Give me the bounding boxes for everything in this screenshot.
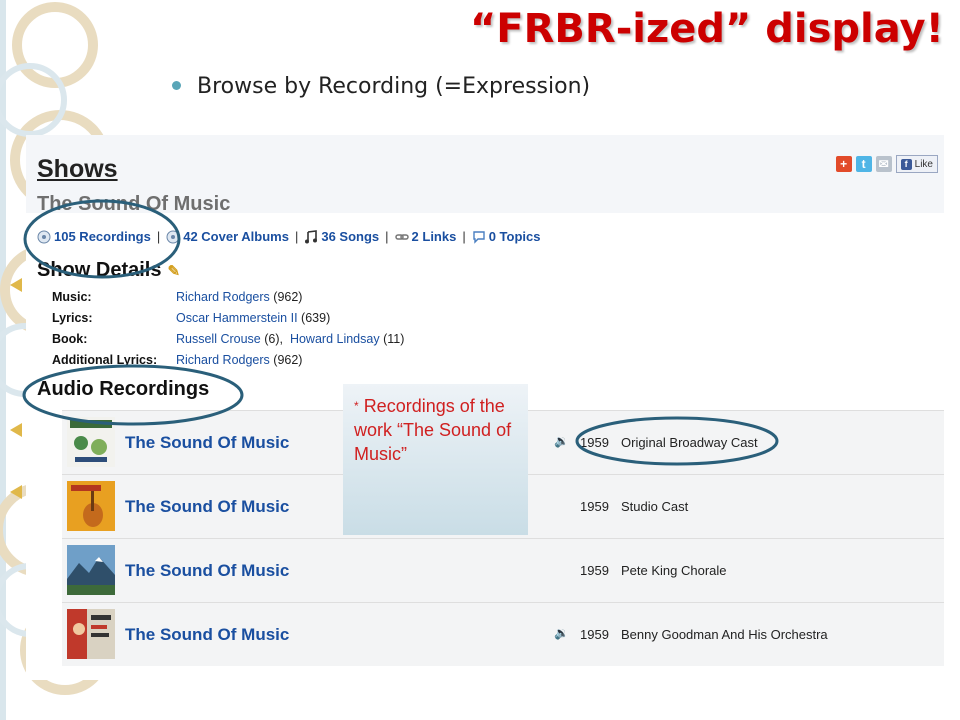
album-cover-image[interactable]: [67, 545, 115, 595]
credit-label: Lyrics:: [52, 311, 93, 325]
person-link[interactable]: Russell Crouse: [176, 332, 261, 346]
recording-cast: Benny Goodman And His Orchestra: [621, 627, 828, 642]
twitter-icon[interactable]: t: [855, 156, 872, 172]
credit-label: Music:: [52, 290, 92, 304]
speech-bubble-icon: [473, 230, 485, 244]
credit-value: Richard Rodgers (962): [176, 290, 302, 311]
add-share-icon[interactable]: +: [835, 156, 852, 172]
recording-row[interactable]: The Sound Of Music 1959 Pete King Choral…: [62, 538, 944, 602]
credit-row: Additional Lyrics: Richard Rodgers (962): [52, 353, 404, 374]
tab-topics[interactable]: 0 Topics: [472, 229, 541, 244]
recording-year: 1959: [580, 627, 609, 642]
edit-icon[interactable]: ✎: [167, 262, 180, 280]
credits-table: Music: Richard Rodgers (962) Lyrics: Osc…: [52, 290, 404, 374]
person-link[interactable]: Richard Rodgers: [176, 290, 270, 304]
credit-row: Lyrics: Oscar Hammerstein II (639): [52, 311, 404, 332]
recording-title-link[interactable]: The Sound Of Music: [125, 625, 289, 645]
credit-count: (962): [273, 290, 303, 304]
tab-cover-albums[interactable]: 42 Cover Albums: [166, 229, 289, 244]
share-bar: + t ✉ f Like: [835, 155, 938, 173]
tab-separator: |: [385, 229, 389, 244]
credit-row: Book: Russell Crouse (6), Howard Lindsay…: [52, 332, 404, 353]
credit-value: Richard Rodgers (962): [176, 353, 302, 374]
recording-title-link[interactable]: The Sound Of Music: [125, 497, 289, 517]
recording-year: 1959: [580, 563, 609, 578]
person-link[interactable]: Richard Rodgers: [176, 353, 270, 367]
tab-label: 42 Cover Albums: [183, 229, 289, 244]
album-cover-image[interactable]: [67, 609, 115, 659]
recording-cast: Studio Cast: [621, 499, 689, 514]
slide-title: “FRBR-ized” display!: [470, 6, 944, 52]
email-icon[interactable]: ✉: [875, 156, 892, 172]
tab-songs[interactable]: 36 Songs: [304, 229, 379, 244]
show-tabs: 105 Recordings | 42 Cover Albums | 36 So…: [37, 229, 541, 244]
recording-year: 1959: [580, 435, 609, 450]
tab-label: 36 Songs: [321, 229, 380, 244]
link-icon: [394, 233, 409, 240]
tab-separator: |: [462, 229, 466, 244]
credit-count: (962): [273, 353, 303, 367]
album-icon: [166, 230, 180, 243]
heading-text: Show Details: [37, 259, 162, 281]
bullet-dot-icon: [172, 80, 181, 90]
music-note-icon: [305, 229, 318, 243]
audio-speaker-icon[interactable]: 🔉: [554, 434, 569, 448]
callout-text-block: * Recordings of the work “The Sound of M…: [354, 394, 518, 466]
tab-label: 0 Topics: [488, 229, 541, 244]
tab-separator: |: [294, 229, 299, 244]
album-cover-image[interactable]: [67, 417, 115, 467]
recording-title-link[interactable]: The Sound Of Music: [125, 561, 289, 581]
tab-label: 2 Links: [411, 229, 457, 244]
section-title: Shows: [37, 155, 118, 183]
credit-count: (11): [383, 332, 405, 346]
tab-links[interactable]: 2 Links: [394, 229, 457, 244]
person-link[interactable]: Howard Lindsay: [290, 332, 380, 346]
recording-title-link[interactable]: The Sound Of Music: [125, 433, 289, 453]
tab-separator: |: [156, 229, 161, 244]
tab-label: 105 Recordings: [54, 229, 151, 244]
credit-count: (6),: [264, 332, 283, 346]
recording-year: 1959: [580, 499, 609, 514]
credit-value: Russell Crouse (6), Howard Lindsay (11): [176, 332, 404, 353]
bullet-point: Browse by Recording (=Expression): [172, 74, 590, 99]
callout-text: Recordings of the work “The Sound of Mus…: [354, 396, 512, 464]
credit-label: Book:: [52, 332, 88, 346]
show-name: The Sound Of Music: [37, 193, 231, 215]
credit-row: Music: Richard Rodgers (962): [52, 290, 404, 311]
recording-cast: Pete King Chorale: [621, 563, 727, 578]
like-label: Like: [914, 158, 933, 170]
show-details-heading: Show Details ✎: [37, 259, 180, 282]
facebook-icon: f: [900, 158, 912, 170]
facebook-like-button[interactable]: f Like: [895, 155, 938, 173]
credit-count: (639): [301, 311, 331, 325]
callout-star: *: [354, 399, 359, 413]
audio-recordings-heading: Audio Recordings: [37, 378, 210, 400]
bullet-text: Browse by Recording (=Expression): [197, 74, 591, 99]
credit-label: Additional Lyrics:: [52, 353, 158, 367]
annotation-callout: * Recordings of the work “The Sound of M…: [343, 384, 528, 535]
person-link[interactable]: Oscar Hammerstein II: [176, 311, 298, 325]
audio-speaker-icon[interactable]: 🔉: [554, 626, 569, 640]
album-cover-image[interactable]: [67, 481, 115, 531]
recording-row[interactable]: The Sound Of Music 🔉 1959 Benny Goodman …: [62, 602, 944, 666]
recording-cast: Original Broadway Cast: [621, 435, 758, 450]
record-icon: [37, 230, 51, 243]
credit-value: Oscar Hammerstein II (639): [176, 311, 330, 332]
tab-recordings[interactable]: 105 Recordings: [37, 229, 151, 244]
